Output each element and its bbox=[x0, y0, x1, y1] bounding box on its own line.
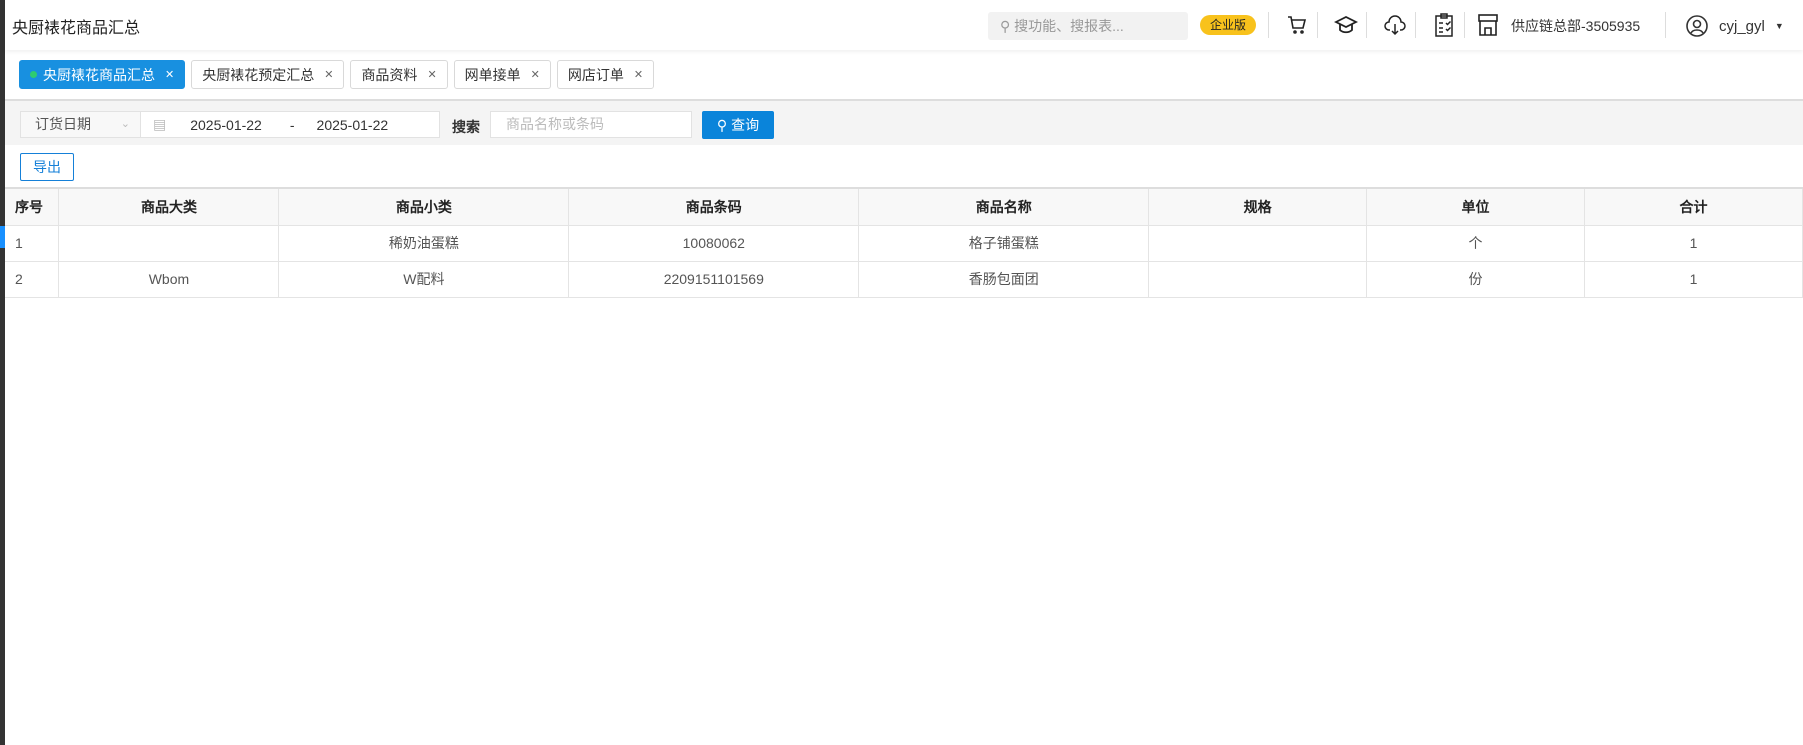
edition-badge[interactable]: 企业版 bbox=[1200, 15, 1256, 35]
tab-item[interactable]: 网店订单 ✕ bbox=[556, 60, 655, 89]
user-menu[interactable]: cyj_gyl ▼ bbox=[1685, 14, 1784, 38]
cell: 1 bbox=[5, 224, 60, 262]
active-dot-icon bbox=[30, 71, 37, 78]
filter-bar: 订货日期 ⌄ ▤ 2025-01-22 - 2025-01-22 搜索 商品名称或… bbox=[5, 99, 1803, 145]
search-icon: ⚲ bbox=[716, 116, 728, 133]
end-date[interactable]: 2025-01-22 bbox=[317, 117, 389, 133]
cell: 1 bbox=[1584, 224, 1803, 262]
close-icon[interactable]: ✕ bbox=[531, 68, 540, 81]
column-header[interactable]: 商品名称 bbox=[858, 187, 1150, 226]
cloud-download-icon[interactable] bbox=[1382, 12, 1408, 38]
cell: 香肠包面团 bbox=[858, 260, 1150, 298]
page-title: 央厨裱花商品汇总 bbox=[12, 20, 141, 37]
close-icon[interactable]: ✕ bbox=[634, 68, 643, 81]
column-header[interactable]: 单位 bbox=[1366, 187, 1586, 226]
search-label: 搜索 bbox=[452, 119, 480, 135]
product-summary-table: 序号 商品大类 商品小类 商品条码 商品名称 规格 单位 合计 1 稀奶油蛋糕 … bbox=[5, 187, 1803, 298]
graduation-cap-icon[interactable] bbox=[1333, 12, 1359, 38]
calendar-icon: ▤ bbox=[153, 116, 167, 132]
tab-item[interactable]: 商品资料 ✕ bbox=[350, 60, 448, 89]
clipboard-checklist-icon[interactable] bbox=[1431, 12, 1457, 38]
top-header: 央厨裱花商品汇总 ⚲ 搜功能、搜报表... 企业版 供应链总部-3505935 … bbox=[5, 0, 1803, 50]
close-icon[interactable]: ✕ bbox=[165, 68, 174, 81]
divider bbox=[1464, 12, 1465, 38]
divider bbox=[1268, 12, 1269, 38]
divider bbox=[1366, 12, 1367, 38]
column-header[interactable]: 商品条码 bbox=[568, 187, 860, 226]
divider bbox=[1665, 12, 1666, 38]
date-separator: - bbox=[289, 116, 295, 133]
username: cyj_gyl bbox=[1719, 17, 1765, 35]
date-range-picker[interactable]: ▤ 2025-01-22 - 2025-01-22 bbox=[140, 111, 440, 138]
divider bbox=[1415, 12, 1416, 38]
cell: 1 bbox=[1584, 260, 1803, 298]
close-icon[interactable]: ✕ bbox=[427, 68, 436, 81]
cell: Wbom bbox=[58, 260, 280, 298]
table-row[interactable]: 2 Wbom W配料 2209151101569 香肠包面团 份 1 bbox=[5, 260, 1803, 298]
column-header[interactable]: 商品小类 bbox=[278, 187, 570, 226]
tab-item[interactable]: 央厨裱花商品汇总 ✕ bbox=[19, 60, 186, 89]
tab-item[interactable]: 网单接单 ✕ bbox=[453, 60, 551, 89]
chevron-down-icon: ⌄ bbox=[120, 118, 130, 130]
cell: 2209151101569 bbox=[568, 260, 860, 298]
cell: 10080062 bbox=[568, 224, 860, 262]
column-header[interactable]: 商品大类 bbox=[58, 187, 280, 226]
column-header[interactable]: 合计 bbox=[1584, 187, 1803, 226]
close-icon[interactable]: ✕ bbox=[324, 68, 333, 81]
table-row[interactable]: 1 稀奶油蛋糕 10080062 格子铺蛋糕 个 1 bbox=[5, 224, 1803, 262]
cell bbox=[58, 224, 280, 262]
divider bbox=[1317, 12, 1318, 38]
query-button[interactable]: ⚲ 查询 bbox=[702, 111, 774, 139]
product-search-input[interactable]: 商品名称或条码 bbox=[490, 111, 692, 138]
table-header-row: 序号 商品大类 商品小类 商品条码 商品名称 规格 单位 合计 bbox=[5, 187, 1803, 226]
cart-icon[interactable] bbox=[1284, 12, 1310, 38]
column-header[interactable]: 序号 bbox=[5, 187, 60, 226]
cell bbox=[1148, 224, 1368, 262]
cell: 2 bbox=[5, 260, 60, 298]
date-type-select[interactable]: 订货日期 ⌄ bbox=[20, 111, 141, 138]
search-icon: ⚲ bbox=[1000, 18, 1011, 34]
cell: 格子铺蛋糕 bbox=[858, 224, 1150, 262]
tab-bar: 央厨裱花商品汇总 ✕ 央厨裱花预定汇总 ✕ 商品资料 ✕ 网单接单 ✕ 网店订单 ✕ bbox=[19, 60, 655, 89]
cell bbox=[1148, 260, 1368, 298]
store-name[interactable]: 供应链总部-3505935 bbox=[1511, 16, 1640, 36]
cell: W配料 bbox=[278, 260, 570, 298]
cell: 稀奶油蛋糕 bbox=[278, 224, 570, 262]
cell: 个 bbox=[1366, 224, 1586, 262]
start-date[interactable]: 2025-01-22 bbox=[190, 117, 262, 133]
store-icon bbox=[1475, 12, 1501, 38]
user-avatar-icon bbox=[1686, 15, 1708, 37]
global-search-input[interactable]: ⚲ 搜功能、搜报表... bbox=[988, 12, 1188, 40]
column-header[interactable]: 规格 bbox=[1148, 187, 1368, 226]
tab-item[interactable]: 央厨裱花预定汇总 ✕ bbox=[191, 60, 345, 89]
caret-down-icon: ▼ bbox=[1774, 21, 1784, 31]
export-button[interactable]: 导出 bbox=[20, 153, 74, 181]
cell: 份 bbox=[1366, 260, 1586, 298]
